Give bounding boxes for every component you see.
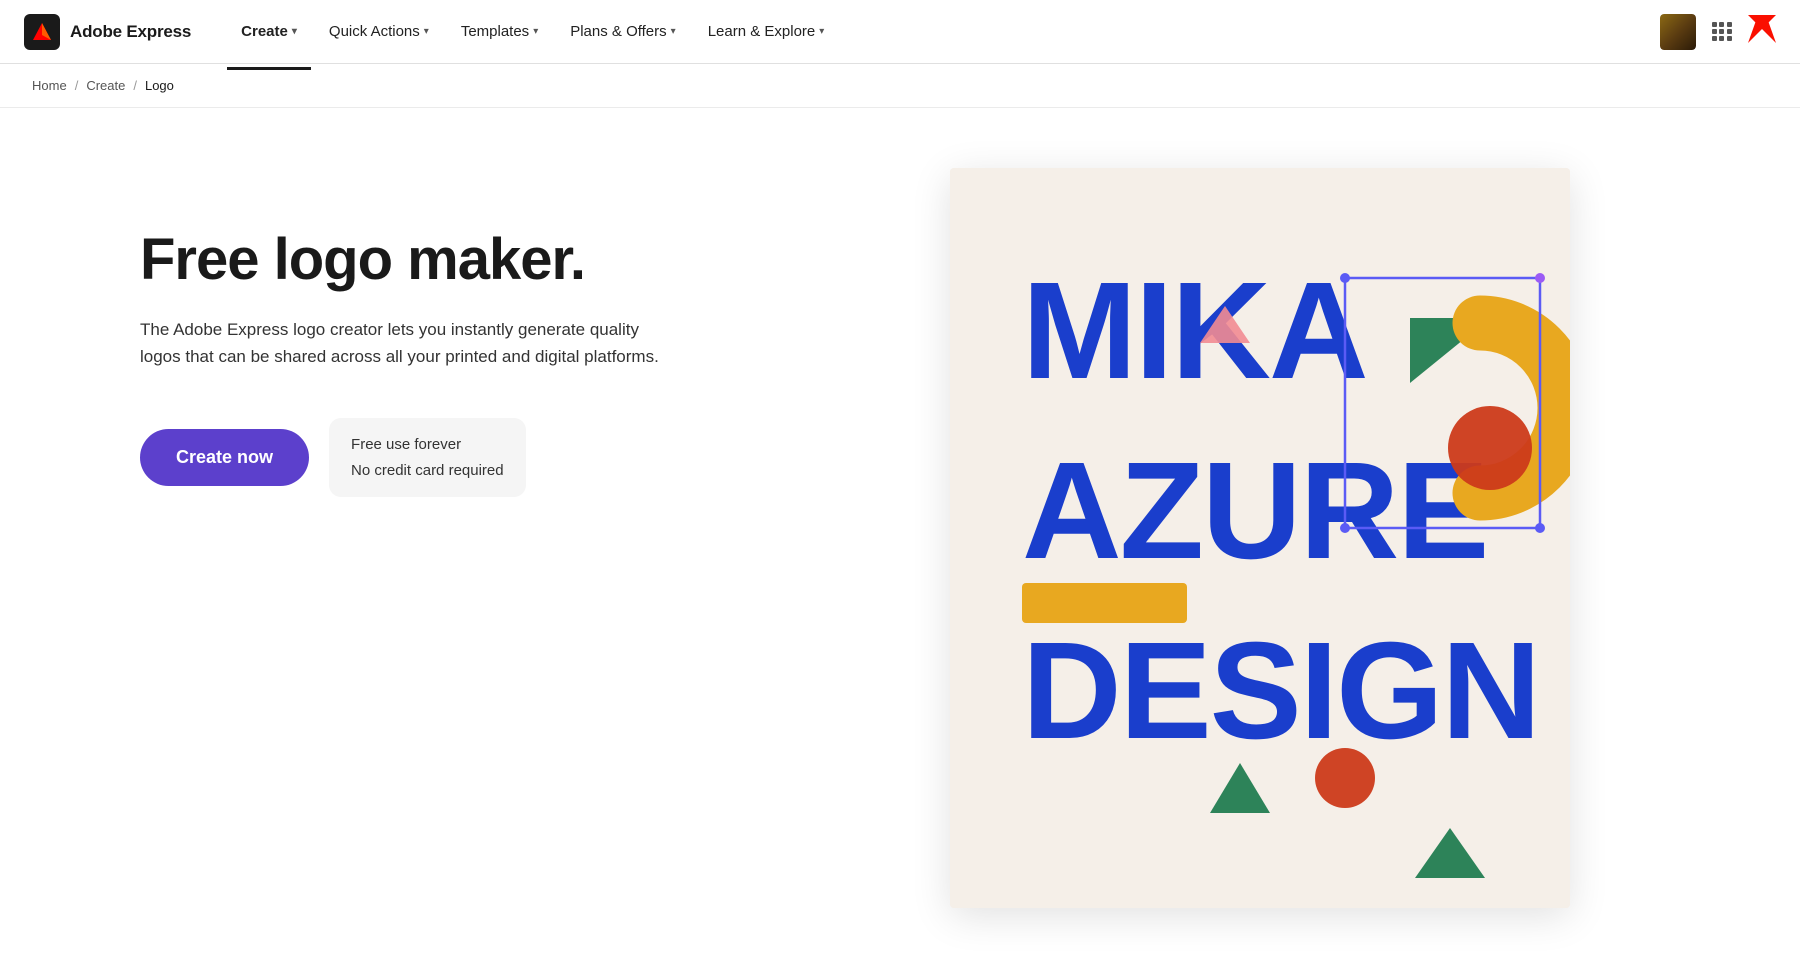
nav-item-quick-actions[interactable]: Quick Actions ▾ xyxy=(315,15,443,48)
brand-name: Adobe Express xyxy=(70,22,191,42)
svg-text:AZURE: AZURE xyxy=(1022,434,1487,588)
hero-right: MIKA AZURE DESIGN xyxy=(760,108,1800,968)
nav-items: Create ▾ Quick Actions ▾ Templates ▾ Pla… xyxy=(227,15,1660,48)
adobe-logo-icon[interactable] xyxy=(1748,15,1776,49)
breadcrumb-separator-2: / xyxy=(133,78,137,93)
chevron-down-icon: ▾ xyxy=(671,26,676,37)
svg-text:DESIGN: DESIGN xyxy=(1022,614,1539,768)
apps-grid-icon[interactable] xyxy=(1712,22,1732,42)
breadcrumb-create[interactable]: Create xyxy=(86,78,125,93)
navbar: Adobe Express Create ▾ Quick Actions ▾ T… xyxy=(0,0,1800,64)
hero-left: Free logo maker. The Adobe Express logo … xyxy=(0,108,760,577)
free-note: Free use forever No credit card required xyxy=(329,418,526,497)
canvas-inner: MIKA AZURE DESIGN xyxy=(950,168,1570,908)
hero-description: The Adobe Express logo creator lets you … xyxy=(140,316,660,370)
breadcrumb-separator: / xyxy=(75,78,79,93)
chevron-down-icon: ▾ xyxy=(533,26,538,37)
hero-title: Free logo maker. xyxy=(140,228,680,292)
nav-item-plans[interactable]: Plans & Offers ▾ xyxy=(556,15,689,48)
avatar[interactable] xyxy=(1660,14,1696,50)
main-content: Free logo maker. The Adobe Express logo … xyxy=(0,108,1800,968)
nav-item-learn[interactable]: Learn & Explore ▾ xyxy=(694,15,839,48)
chevron-down-icon: ▾ xyxy=(292,26,297,37)
nav-item-create[interactable]: Create ▾ xyxy=(227,15,311,48)
create-now-button[interactable]: Create now xyxy=(140,429,309,486)
free-note-line2: No credit card required xyxy=(351,458,504,484)
nav-right xyxy=(1660,14,1776,50)
nav-item-templates[interactable]: Templates ▾ xyxy=(447,15,552,48)
brand-icon xyxy=(24,14,60,50)
breadcrumb-home[interactable]: Home xyxy=(32,78,67,93)
chevron-down-icon: ▾ xyxy=(424,26,429,37)
hero-actions: Create now Free use forever No credit ca… xyxy=(140,418,680,497)
chevron-down-icon: ▾ xyxy=(819,26,824,37)
svg-text:MIKA: MIKA xyxy=(1022,254,1367,408)
logo-artwork: MIKA AZURE DESIGN xyxy=(950,168,1570,908)
breadcrumb-current: Logo xyxy=(145,78,174,93)
free-note-line1: Free use forever xyxy=(351,432,504,458)
brand-link[interactable]: Adobe Express xyxy=(24,14,191,50)
breadcrumb: Home / Create / Logo xyxy=(0,64,1800,108)
canvas-preview: MIKA AZURE DESIGN xyxy=(950,168,1570,908)
